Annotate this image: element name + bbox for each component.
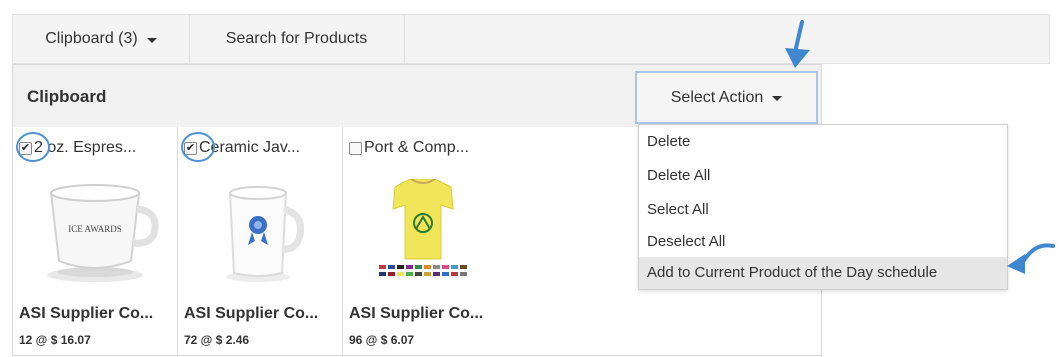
- product-name: Port & Comp...: [364, 139, 469, 156]
- product-select-row[interactable]: Port & Comp...: [349, 139, 469, 157]
- product-card[interactable]: Port & Comp... ASI Supplier Co... 96 @ $…: [343, 127, 508, 357]
- yellow-tshirt-image: [353, 179, 498, 284]
- tab-clipboard[interactable]: Clipboard (3): [13, 15, 190, 63]
- tab-search-products[interactable]: Search for Products: [189, 15, 405, 63]
- select-action-label: Select Action: [670, 88, 764, 106]
- product-select-row[interactable]: ✔ 2 oz. Espres...: [16, 132, 137, 162]
- product-price: 96 @ $ 6.07: [349, 333, 415, 347]
- ceramic-mug-image: [188, 179, 333, 284]
- menu-item-delete[interactable]: Delete: [647, 133, 690, 150]
- clipboard-header: Clipboard Select Action: [13, 65, 821, 127]
- product-name: Ceramic Jav...: [199, 139, 301, 156]
- product-card[interactable]: ✔ 2 oz. Espres... ICE AWARDS ASI Supplie…: [13, 127, 178, 357]
- product-name: 2 oz. Espres...: [34, 139, 137, 156]
- product-checkbox[interactable]: ✔: [184, 141, 197, 155]
- arrow-left-icon: [1007, 243, 1055, 274]
- cup-logo-text: ICE AWARDS: [68, 224, 122, 234]
- espresso-cup-image: ICE AWARDS: [23, 179, 168, 284]
- menu-item-deselect-all[interactable]: Deselect All: [647, 233, 725, 250]
- product-select-row[interactable]: ✔ Ceramic Jav...: [181, 132, 301, 162]
- arrow-down-icon: [785, 20, 810, 68]
- menu-item-add-product-of-day[interactable]: Add to Current Product of the Day schedu…: [639, 257, 1007, 289]
- select-action-button[interactable]: Select Action: [635, 71, 818, 124]
- product-card[interactable]: ✔ Ceramic Jav... ASI Supplier Co... 72 @…: [178, 127, 343, 357]
- product-supplier: ASI Supplier Co...: [349, 305, 484, 322]
- top-tab-bar: Clipboard (3) Search for Products: [12, 14, 1050, 64]
- clipboard-title: Clipboard: [27, 87, 107, 106]
- tab-search-products-label: Search for Products: [225, 30, 368, 47]
- chevron-down-icon: [146, 37, 157, 43]
- select-action-menu: Delete Delete All Select All Deselect Al…: [638, 124, 1008, 290]
- product-supplier: ASI Supplier Co...: [19, 305, 154, 322]
- product-supplier: ASI Supplier Co...: [184, 305, 319, 322]
- menu-item-select-all[interactable]: Select All: [647, 201, 709, 218]
- product-price: 12 @ $ 16.07: [19, 333, 91, 347]
- product-checkbox[interactable]: [349, 141, 362, 155]
- product-checkbox[interactable]: ✔: [19, 141, 32, 155]
- tab-clipboard-label: Clipboard (3): [45, 30, 138, 47]
- menu-item-delete-all[interactable]: Delete All: [647, 167, 710, 184]
- product-price: 72 @ $ 2.46: [184, 333, 250, 347]
- chevron-down-icon: [772, 96, 783, 101]
